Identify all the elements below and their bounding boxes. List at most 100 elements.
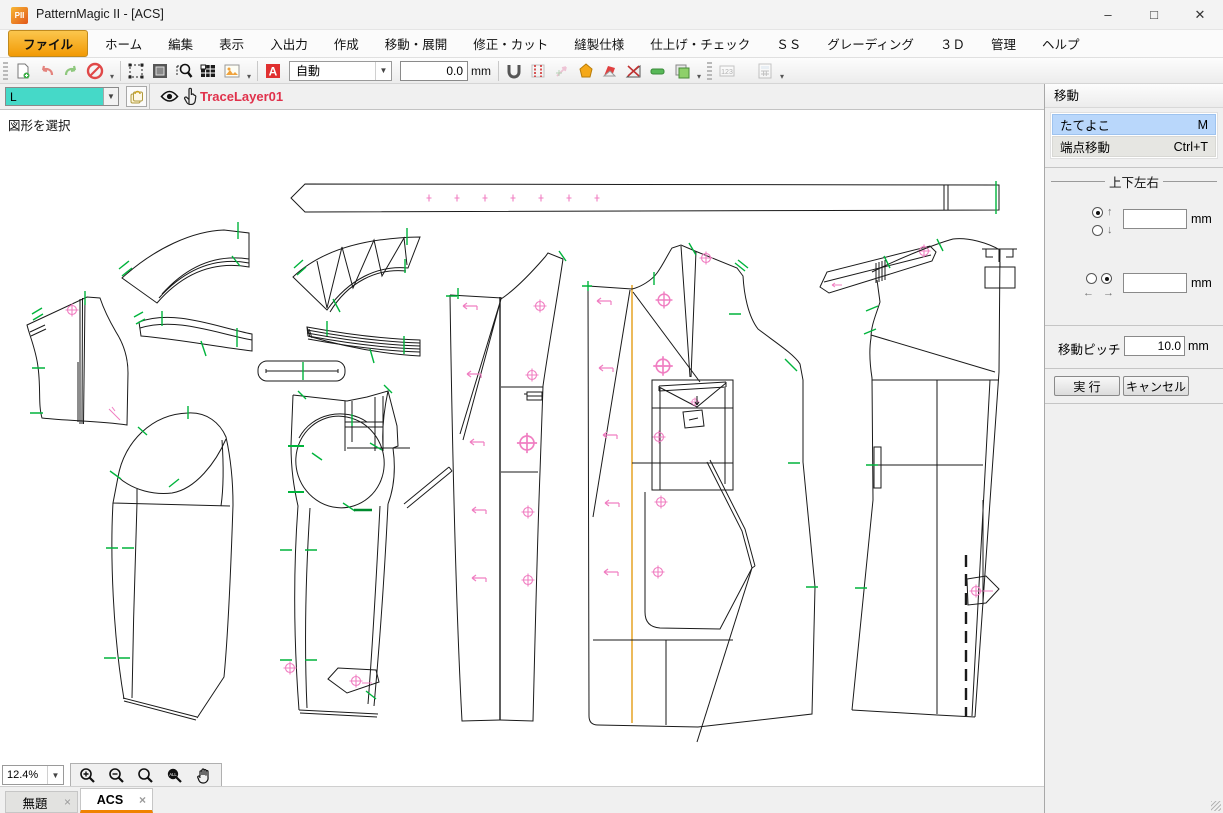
menu-sewing-spec[interactable]: 縫製仕様 — [561, 30, 637, 57]
pitch-unit-label: mm — [1188, 339, 1209, 353]
toolbar-overflow-icon[interactable]: ▾ — [244, 72, 254, 83]
piece-collar[interactable] — [119, 222, 249, 303]
layers-icon[interactable] — [670, 60, 694, 82]
piece-band-left[interactable] — [134, 311, 252, 356]
piece-bodice[interactable] — [27, 291, 128, 425]
command-tateyoko[interactable]: たてよこ M — [1052, 114, 1216, 135]
undo-icon[interactable] — [35, 60, 59, 82]
image-icon[interactable] — [220, 60, 244, 82]
trace-layer-label[interactable]: TraceLayer01 — [200, 89, 283, 104]
pitch-input[interactable] — [1124, 336, 1185, 356]
panel-title: 移動 — [1045, 84, 1223, 108]
visibility-eye-icon[interactable] — [160, 90, 179, 108]
up-arrow-icon: ↑ — [1107, 206, 1113, 218]
menu-ss[interactable]: ＳＳ — [763, 30, 814, 57]
menu-help[interactable]: ヘルプ — [1029, 30, 1093, 57]
pentagon-icon[interactable] — [574, 60, 598, 82]
toolbar-overflow-icon[interactable]: ▾ — [107, 72, 117, 83]
chevron-down-icon: ▼ — [103, 88, 118, 105]
layer-combobox[interactable]: L ▼ — [5, 87, 119, 106]
menu-3d[interactable]: ３Ｄ — [927, 30, 978, 57]
toolbar-grip[interactable] — [707, 62, 712, 80]
ruler-cross-icon[interactable] — [622, 60, 646, 82]
zoom-window-button[interactable] — [131, 765, 160, 786]
piece-under-sleeve[interactable] — [280, 385, 452, 717]
execute-button[interactable]: 実 行 — [1054, 376, 1120, 396]
piece-back[interactable] — [820, 239, 1017, 717]
horizontal-distance-input[interactable] — [1123, 273, 1187, 293]
menu-admin[interactable]: 管理 — [978, 30, 1029, 57]
toolbar-grip[interactable] — [3, 62, 8, 80]
offset-value-input[interactable] — [400, 61, 468, 81]
menu-modify-cut[interactable]: 修正・カット — [460, 30, 561, 57]
no-entry-icon[interactable] — [83, 60, 107, 82]
menu-finish-check[interactable]: 仕上げ・チェック — [637, 30, 763, 57]
toolbar-overflow-icon[interactable]: ▾ — [694, 72, 704, 83]
pin-arrow-icon[interactable] — [550, 60, 574, 82]
tab-close-icon[interactable]: × — [139, 793, 152, 807]
command-list: たてよこ M 端点移動 Ctrl+T — [1050, 112, 1218, 159]
toolbar-overflow-icon[interactable]: ▾ — [777, 72, 787, 83]
move-right-radio[interactable] — [1101, 273, 1112, 284]
pan-hand-button[interactable] — [189, 765, 218, 786]
move-down-radio[interactable] — [1092, 225, 1103, 236]
grid-icon[interactable] — [196, 60, 220, 82]
magnet-icon[interactable] — [502, 60, 526, 82]
piece-tab[interactable] — [258, 361, 345, 381]
piece-band-multiline[interactable] — [307, 321, 420, 363]
piece-front-facing[interactable] — [446, 251, 566, 721]
pick-hand-icon[interactable] — [183, 87, 198, 108]
toolbar: ▾ ▾ A 自動 ▼ mm ▾ — [0, 58, 1223, 84]
new-document-icon[interactable] — [11, 60, 35, 82]
command-endpoint-move[interactable]: 端点移動 Ctrl+T — [1052, 136, 1216, 157]
close-button[interactable]: ✕ — [1177, 0, 1223, 30]
measure-123-icon[interactable]: 123 — [715, 60, 739, 82]
zoom-all-label: ALL — [169, 772, 177, 777]
annotation-a-icon[interactable]: A — [261, 60, 285, 82]
tab-close-icon[interactable]: × — [64, 795, 77, 809]
move-left-radio[interactable] — [1086, 273, 1097, 284]
seam-lines-icon[interactable] — [526, 60, 550, 82]
window-title: PatternMagic II - [ACS] — [36, 7, 164, 21]
piece-jacket-front[interactable] — [582, 243, 818, 742]
piece-collar-zigzag[interactable] — [293, 228, 420, 312]
left-arrow-icon: ← — [1083, 287, 1094, 299]
calculator-icon[interactable] — [753, 60, 777, 82]
menu-create[interactable]: 作成 — [321, 30, 372, 57]
piece-upper-sleeve[interactable] — [104, 406, 233, 720]
filled-square-icon[interactable] — [148, 60, 172, 82]
layer-stack-button[interactable] — [126, 86, 147, 107]
pattern-canvas[interactable] — [0, 110, 1044, 786]
redo-icon[interactable] — [59, 60, 83, 82]
minimize-button[interactable]: – — [1085, 0, 1131, 30]
menu-grading[interactable]: グレーディング — [814, 30, 927, 57]
menu-edit[interactable]: 編集 — [155, 30, 206, 57]
title-bar: PII PatternMagic II - [ACS] – □ ✕ — [0, 0, 1223, 30]
zoom-select-icon[interactable] — [172, 60, 196, 82]
menu-file[interactable]: ファイル — [8, 30, 88, 57]
fold-shape-icon[interactable] — [598, 60, 622, 82]
pitch-label: 移動ピッチ — [1058, 339, 1121, 358]
menu-view[interactable]: 表示 — [206, 30, 257, 57]
offset-unit-label: mm — [471, 64, 491, 78]
canvas-area[interactable]: 図形を選択 — [0, 110, 1044, 786]
zoom-level-combobox[interactable]: 12.4% ▼ — [2, 765, 64, 785]
piece-belt[interactable] — [291, 181, 999, 214]
tab-acs[interactable]: ACS × — [80, 788, 153, 813]
green-bar-icon[interactable] — [646, 60, 670, 82]
chevron-down-icon: ▼ — [375, 62, 391, 80]
zoom-all-button[interactable]: ALL — [160, 765, 189, 786]
vertical-distance-input[interactable] — [1123, 209, 1187, 229]
select-rect-icon[interactable] — [124, 60, 148, 82]
maximize-button[interactable]: □ — [1131, 0, 1177, 30]
move-up-radio[interactable] — [1092, 207, 1103, 218]
cancel-button[interactable]: キャンセル — [1123, 376, 1189, 396]
zoom-out-button[interactable] — [102, 765, 131, 786]
menu-move-expand[interactable]: 移動・展開 — [372, 30, 461, 57]
resize-grip[interactable] — [1211, 801, 1221, 811]
tab-untitled[interactable]: 無題 × — [5, 791, 78, 813]
menu-io[interactable]: 入出力 — [257, 30, 321, 57]
menu-home[interactable]: ホーム — [92, 30, 155, 57]
auto-mode-combobox[interactable]: 自動 ▼ — [289, 61, 392, 81]
zoom-in-button[interactable] — [73, 765, 102, 786]
